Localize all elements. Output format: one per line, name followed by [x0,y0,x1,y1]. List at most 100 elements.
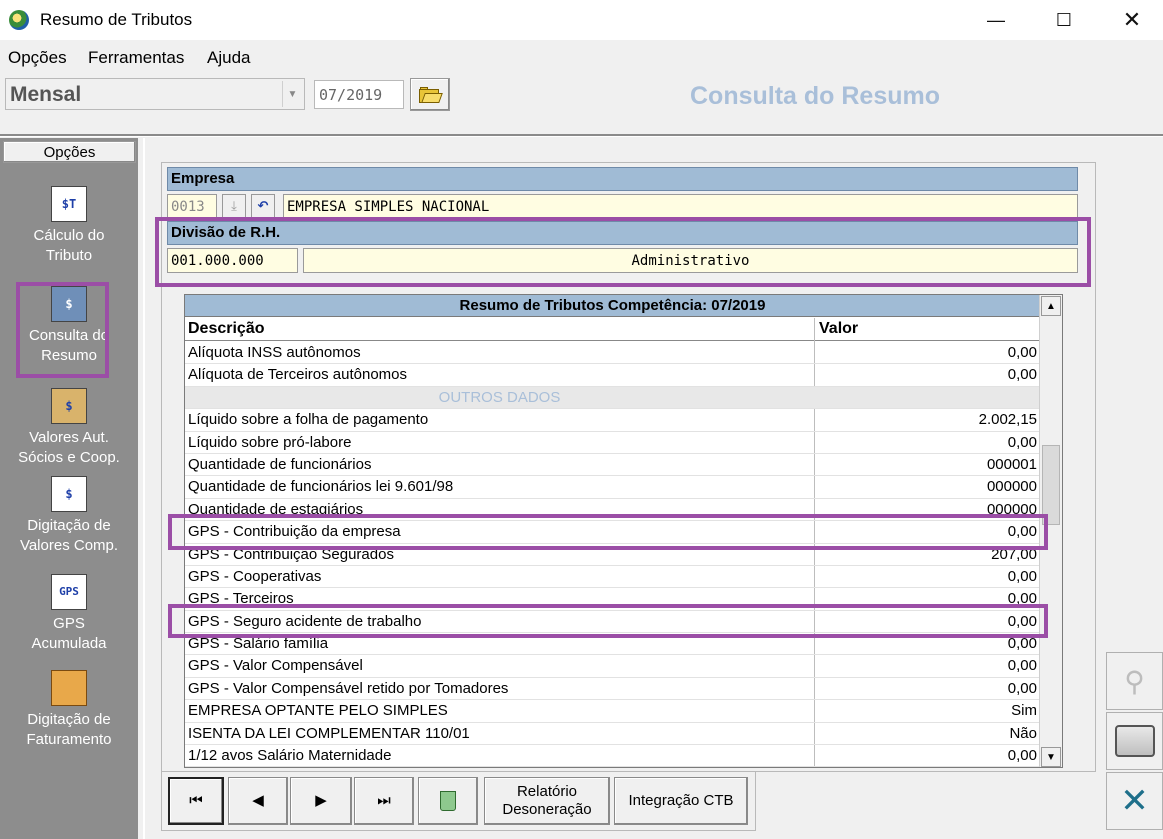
row-description: GPS - Contribuição Segurados [188,545,394,563]
row-description: GPS - Cooperativas [188,567,322,585]
sidebar-item-calculo[interactable]: $T Cálculo do Tributo [0,186,138,266]
col-descricao: Descrição [188,320,265,337]
table-row[interactable]: Líquido sobre a folha de pagamento 2.002,… [185,409,1040,432]
table-row[interactable]: EMPRESA OPTANTE PELO SIMPLES Sim [185,700,1040,723]
chevron-down-icon[interactable]: ▼ [282,81,302,107]
sidebar: Opções $T Cálculo do Tributo $ Consulta … [0,138,138,839]
row-description: 1/12 avos Salário Maternidade [188,747,392,765]
row-value: 0,00 [1007,612,1037,630]
vertical-scrollbar[interactable]: ▲ ▼ [1039,295,1062,767]
row-value: Sim [1011,702,1037,720]
people-money-icon: $ [51,388,87,424]
sidebar-item-gps[interactable]: GPS GPS Acumulada [0,574,138,654]
empresa-code-field[interactable]: 0013 [167,194,217,219]
table-row[interactable]: GPS - Salário família 0,00 [185,633,1040,656]
row-value: 0,00 [1007,657,1037,675]
table-row[interactable]: Alíquota INSS autônomos 0,00 [185,342,1040,365]
search-person-icon: ⚲ [1124,665,1145,697]
row-value: 0,00 [1007,635,1037,653]
undo-icon[interactable]: ↶ [251,194,275,218]
folder-open-icon [419,86,443,103]
relatorio-desoneracao-button[interactable]: Relatório Desoneração [484,777,610,825]
row-value: 0,00 [1007,747,1037,765]
row-description: Quantidade de funcionários [188,455,372,473]
resumo-grid: Resumo de Tributos Competência: 07/2019 … [184,294,1063,768]
exit-button[interactable]: ✕ [1106,772,1163,830]
sidebar-item-valores-aut[interactable]: $ Valores Aut. Sócios e Coop. [0,388,138,468]
table-row[interactable]: Quantidade de funcionários lei 9.601/98 0… [185,476,1040,499]
table-row[interactable]: ISENTA DA LEI COMPLEMENTAR 110/01 Não [185,723,1040,746]
col-valor: Valor [819,320,859,337]
table-row[interactable]: GPS - Valor Compensável retido por Tomad… [185,678,1040,701]
table-row[interactable]: GPS - Valor Compensável 0,00 [185,655,1040,678]
sidebar-item-label: GPS Acumulada [31,615,107,652]
grid-rows: Alíquota INSS autônomos 0,00 Alíquota de T… [185,342,1040,767]
sidebar-header: Opções [3,141,136,163]
row-value: 0,00 [1007,366,1037,384]
first-record-button[interactable]: ⏮ [168,777,224,825]
table-row[interactable]: GPS - Terceiros 0,00 [185,588,1040,611]
title-bar: Resumo de Tributos — ☐ ✕ [0,0,1163,40]
row-value: 0,00 [1007,567,1037,585]
last-record-button[interactable]: ⏭ [354,777,414,825]
sidebar-item-label: Cálculo do Tributo [33,227,105,264]
recycle-bin-button[interactable] [418,777,478,825]
table-row[interactable]: GPS - Cooperativas 0,00 [185,566,1040,589]
table-row[interactable]: GPS - Contribuição Segurados 207,00 [185,544,1040,566]
row-description: EMPRESA OPTANTE PELO SIMPLES [188,702,448,720]
row-description: GPS - Contribuição da empresa [188,523,401,541]
printer-icon [1114,725,1155,757]
form-money-icon: $ [51,476,87,512]
empresa-name-field: EMPRESA SIMPLES NACIONAL [283,194,1078,219]
print-button[interactable] [1106,712,1163,770]
scroll-down-icon[interactable]: ▼ [1041,747,1061,767]
menu-opcoes[interactable]: Opções [8,48,67,68]
competencia-field[interactable]: 07/2019 [314,80,404,109]
scroll-thumb[interactable] [1042,445,1060,525]
period-select[interactable]: Mensal ▼ [5,78,305,110]
sidebar-item-faturamento[interactable]: Digitação de Faturamento [0,670,138,750]
menu-ferramentas[interactable]: Ferramentas [88,48,184,68]
laptop-icon [51,670,87,706]
table-row[interactable]: Quantidade de funcionários 000001 [185,454,1040,477]
section-row[interactable]: OUTROS DADOS [185,386,1040,410]
row-description: Alíquota de Terceiros autônomos [188,366,408,384]
recycle-bin-icon [440,791,456,811]
download-icon[interactable]: ⤓ [222,194,246,218]
row-value: 000000 [986,478,1037,496]
table-row[interactable]: GPS - Contribuição da empresa 0,00 [185,521,1040,544]
prev-record-button[interactable]: ◀ [228,777,288,825]
maximize-button[interactable]: ☐ [1030,0,1098,40]
table-row[interactable]: Quantidade de estagiários 000000 [185,499,1040,522]
row-description: Quantidade de estagiários [188,500,364,518]
row-value: 0,00 [1007,523,1037,541]
table-row[interactable]: Alíquota de Terceiros autônomos 0,00 [185,364,1040,387]
app-globe-icon [9,10,29,30]
row-value: Não [1009,724,1037,742]
open-folder-button[interactable] [410,78,450,111]
table-row[interactable]: 1/12 avos Salário Maternidade 0,00 [185,745,1040,767]
table-row[interactable]: Líquido sobre pró-labore 0,00 [185,432,1040,454]
row-value: 207,00 [991,545,1037,563]
minimize-button[interactable]: — [962,0,1030,40]
next-record-button[interactable]: ▶ [290,777,352,825]
search-person-button[interactable]: ⚲ [1106,652,1163,710]
table-row[interactable]: GPS - Seguro acidente de trabalho 0,00 [185,611,1040,634]
sidebar-item-label: Digitação de Valores Comp. [19,517,119,554]
row-description: GPS - Salário família [188,635,329,653]
row-description: Quantidade de funcionários lei 9.601/98 [188,478,454,496]
close-button[interactable]: ✕ [1098,0,1163,40]
scroll-up-icon[interactable]: ▲ [1041,296,1061,316]
sidebar-item-digitacao-valores[interactable]: $ Digitação de Valores Comp. [0,476,138,556]
divisao-label: Divisão de R.H. [167,221,1078,245]
sidebar-item-label: Digitação de Faturamento [26,711,112,748]
grid-header: Descrição Valor [185,318,1040,341]
period-value: Mensal [10,83,82,106]
menu-ajuda[interactable]: Ajuda [207,48,250,68]
calculator-document-icon: $T [51,186,87,222]
integracao-ctb-button[interactable]: Integração CTB [614,777,748,825]
empresa-label: Empresa [167,167,1078,191]
row-description: OUTROS DADOS [438,388,561,406]
divisao-name-field: Administrativo [303,248,1078,273]
divisao-code-field[interactable]: 001.000.000 [167,248,298,273]
